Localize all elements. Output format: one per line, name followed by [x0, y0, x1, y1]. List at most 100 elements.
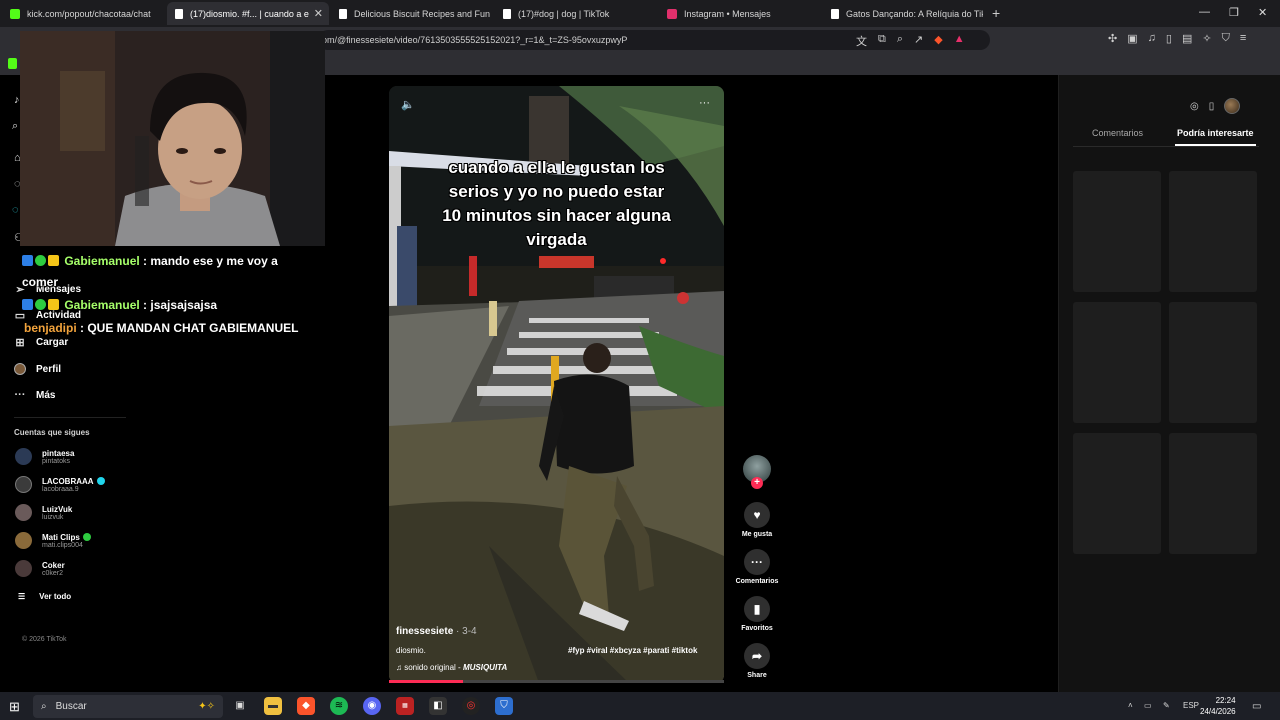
- more-options-icon[interactable]: ···: [699, 97, 710, 109]
- video-sound[interactable]: ♫ sonido original - MUSIQUITA: [396, 663, 507, 672]
- video-author[interactable]: finessesiete · 3-4: [396, 626, 477, 637]
- translate-icon[interactable]: 文: [856, 33, 867, 49]
- favorites-button[interactable]: ▮ Favoritos: [733, 596, 781, 632]
- url-bar-actions: 文 ⧉ ⌕ ↗ ◆ ▲: [856, 33, 965, 49]
- network-icon[interactable]: ▭: [1144, 701, 1152, 710]
- following-account[interactable]: LACOBRAAA lacobraaa.9: [15, 476, 105, 493]
- tab-label: (17)diosmio. #f... | cuando a e: [190, 8, 309, 19]
- tab-kick-chat[interactable]: kick.com/popout/chacotaa/chat: [2, 2, 167, 25]
- new-tab-button[interactable]: +: [992, 5, 1000, 21]
- tab-instagram[interactable]: Instagram • Mensajes: [659, 2, 819, 25]
- media-icon[interactable]: ♫: [1148, 32, 1156, 45]
- sidebar-item-perfil[interactable]: Perfil: [14, 363, 61, 375]
- video-hashtags[interactable]: #fyp #viral #xbcyza #parati #tiktok: [568, 646, 697, 655]
- following-account[interactable]: Mati Clips mati.clips004: [15, 532, 91, 549]
- account-name: LACOBRAAA: [42, 476, 94, 486]
- tab-label: (17)#dog | dog | TikTok: [518, 8, 610, 19]
- taskbar-search[interactable]: ⌕ Buscar ✦✧: [33, 695, 223, 718]
- following-account[interactable]: LuizVuk luizvuk: [15, 504, 72, 521]
- tab-divider: [1073, 146, 1259, 147]
- tray-chevron-icon[interactable]: ˄: [1128, 701, 1133, 710]
- sidebar-toggle-icon[interactable]: ▯: [1166, 32, 1172, 45]
- following-account[interactable]: Coker c0ker2: [15, 560, 65, 577]
- defender-icon[interactable]: ⛉: [495, 697, 513, 715]
- search-icon[interactable]: ⌕: [12, 120, 18, 133]
- author-name[interactable]: finessesiete: [396, 626, 453, 637]
- sparkle-icon: ✦✧: [198, 701, 215, 712]
- suggested-video-thumbnail[interactable]: [1073, 302, 1161, 423]
- crown-badge-icon: [48, 299, 59, 310]
- caption-line: cuando a ella le gustan los: [448, 158, 665, 177]
- zoom-icon[interactable]: ⌕: [897, 33, 903, 49]
- avatar: [15, 448, 32, 465]
- tab-podria-interesarte[interactable]: Podría interesarte: [1175, 128, 1256, 146]
- follow-plus-icon[interactable]: +: [751, 477, 763, 489]
- tab-biscuit-recipes[interactable]: Delicious Biscuit Recipes and Fun Fac: [331, 2, 491, 25]
- account-username: c0ker2: [42, 569, 64, 577]
- video-progress-fill: [389, 680, 463, 683]
- tiktok-logo-icon[interactable]: ♪: [14, 94, 20, 106]
- taskbar-clock[interactable]: 22:24 24/4/2026: [1200, 695, 1236, 717]
- vpn-icon[interactable]: ⛉: [1222, 32, 1230, 45]
- task-view-icon[interactable]: ▣: [231, 697, 249, 715]
- suggested-video-thumbnail[interactable]: [1169, 433, 1257, 554]
- volume-icon[interactable]: 🔈: [401, 98, 415, 111]
- language-indicator[interactable]: ESP: [1183, 701, 1199, 710]
- suggested-video-thumbnail[interactable]: [1073, 433, 1161, 554]
- kick-favicon-icon: [10, 8, 20, 19]
- tab-search-icon[interactable]: ▣: [1127, 32, 1137, 45]
- windows-start-icon[interactable]: ⊞: [9, 699, 20, 715]
- share-page-icon[interactable]: ↗: [914, 33, 923, 49]
- chat-username[interactable]: benjadipi: [24, 321, 77, 335]
- video-progress-bar[interactable]: [389, 680, 724, 683]
- account-name: pintaesa: [42, 448, 75, 458]
- extensions-icon[interactable]: ✣: [1108, 32, 1117, 45]
- like-button[interactable]: ♥ Me gusta: [733, 502, 781, 538]
- suggested-video-thumbnail[interactable]: [1073, 171, 1161, 292]
- tab-tiktok-video[interactable]: (17)diosmio. #f... | cuando a e ✕: [167, 2, 329, 25]
- sidebar-item-mas[interactable]: ··· Más: [14, 389, 56, 401]
- close-window-icon[interactable]: ✕: [1258, 6, 1267, 19]
- suggested-video-thumbnail[interactable]: [1169, 171, 1257, 292]
- tiktok-favicon-icon: [175, 8, 183, 19]
- file-explorer-icon[interactable]: ▬: [264, 697, 282, 715]
- wallet-icon[interactable]: ▤: [1182, 32, 1192, 45]
- discord-icon[interactable]: ◉: [363, 697, 381, 715]
- notification-icon[interactable]: ▭: [1252, 701, 1261, 712]
- comments-button[interactable]: ··· Comentarios: [733, 549, 781, 585]
- kick-bookmark-icon[interactable]: [8, 58, 17, 69]
- verified-badge-icon: [96, 477, 105, 485]
- brave-rewards-icon[interactable]: ▲: [954, 33, 965, 49]
- suggested-video-thumbnail[interactable]: [1169, 302, 1257, 423]
- tab-comentarios[interactable]: Comentarios: [1092, 128, 1143, 146]
- tab-dog-tiktok[interactable]: (17)#dog | dog | TikTok: [495, 2, 655, 25]
- spotify-icon[interactable]: ≋: [330, 697, 348, 715]
- profile-avatar-icon[interactable]: [1224, 98, 1241, 114]
- voicemeeter-icon[interactable]: ▦: [396, 697, 414, 715]
- brave-shield-icon[interactable]: ◆: [934, 33, 942, 49]
- chat-username[interactable]: Gabiemanuel: [64, 298, 139, 312]
- leo-ai-icon[interactable]: ✧: [1202, 32, 1211, 45]
- tab-gatos[interactable]: Gatos Dançando: A Relíquia do TikTo: [823, 2, 983, 25]
- see-all-link[interactable]: ☰ Ver todo: [18, 592, 71, 601]
- compass-icon[interactable]: ◎: [1190, 101, 1199, 112]
- close-tab-icon[interactable]: ✕: [314, 7, 323, 20]
- phone-icon[interactable]: ▯: [1209, 101, 1215, 112]
- brave-browser-icon[interactable]: ◆: [297, 697, 315, 715]
- chat-badge-icon: [22, 299, 33, 310]
- minimize-icon[interactable]: —: [1199, 6, 1210, 18]
- obs-icon[interactable]: ◎: [462, 697, 480, 715]
- more-icon: ···: [14, 389, 26, 401]
- following-icon[interactable]: ◌: [12, 204, 19, 216]
- pen-icon[interactable]: ✎: [1163, 701, 1170, 710]
- restore-icon[interactable]: ❐: [1229, 6, 1239, 19]
- chat-username[interactable]: Gabiemanuel: [64, 254, 139, 268]
- share-button[interactable]: ➦ Share: [733, 643, 781, 679]
- sidebar-item-cargar[interactable]: ⊞ Cargar: [14, 336, 68, 349]
- open-external-icon[interactable]: ⧉: [878, 33, 886, 49]
- creator-avatar-button[interactable]: +: [733, 455, 781, 489]
- search-icon: ⌕: [41, 701, 47, 712]
- app-icon[interactable]: ◧: [429, 697, 447, 715]
- following-account[interactable]: pintaesa pintatoks: [15, 448, 74, 465]
- menu-icon[interactable]: ≡: [1240, 32, 1246, 45]
